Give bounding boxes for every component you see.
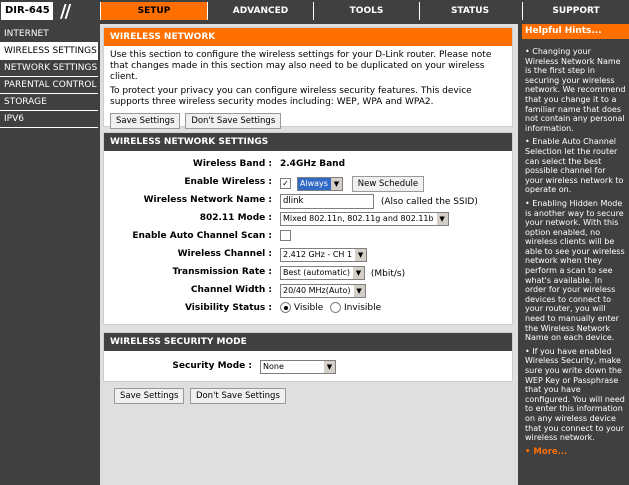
visible-label: Visible (293, 303, 324, 313)
security-mode-title: WIRELESS SECURITY MODE (104, 333, 512, 351)
enable-wireless-checkbox[interactable]: ✓ (280, 178, 291, 189)
chevron-down-icon: ▼ (353, 285, 365, 297)
enable-wireless-label: Enable Wireless : (184, 177, 272, 187)
hints-title: Helpful Hints... (522, 24, 629, 39)
sidebar-item-parental-control[interactable]: PARENTAL CONTROL (0, 77, 98, 94)
tab-status[interactable]: STATUS (419, 2, 520, 20)
ssid-label: Wireless Network Name : (143, 195, 272, 205)
security-mode-label: Security Mode : (172, 361, 252, 371)
new-schedule-button[interactable]: New Schedule (351, 176, 425, 192)
tab-support[interactable]: SUPPORT (522, 2, 629, 20)
visibility-label: Visibility Status : (185, 303, 272, 313)
sidebar-item-internet[interactable]: INTERNET (0, 26, 98, 43)
tab-setup[interactable]: SETUP (100, 2, 207, 20)
rate-select[interactable]: Best (automatic) ▼ (280, 266, 365, 280)
band-label: Wireless Band : (192, 159, 272, 169)
mode-label: 802.11 Mode : (199, 213, 272, 223)
ssid-input[interactable]: dlink (280, 194, 374, 209)
save-settings-button[interactable]: Save Settings (110, 113, 181, 129)
sidebar-item-storage[interactable]: STORAGE (0, 94, 98, 111)
main-content: WIRELESS NETWORK Use this section to con… (100, 24, 518, 485)
more-link[interactable]: • More... (522, 447, 629, 457)
auto-channel-checkbox[interactable] (280, 230, 291, 241)
top-nav-bar: DIR-645 // SETUP ADVANCED TOOLS STATUS S… (0, 0, 629, 22)
bottom-dont-save-settings-button[interactable]: Don't Save Settings (189, 388, 286, 404)
mode-select[interactable]: Mixed 802.11n, 802.11g and 802.11b ▼ (280, 212, 449, 226)
hint-3: • Enabling Hidden Mode is another way to… (525, 198, 625, 343)
hint-1: • Changing your Wireless Network Name is… (525, 47, 626, 133)
security-mode-select[interactable]: None ▼ (260, 360, 336, 374)
sidebar-item-wireless-settings[interactable]: WIRELESS SETTINGS (0, 43, 98, 60)
sidebar: INTERNET WIRELESS SETTINGS NETWORK SETTI… (0, 26, 98, 128)
wireless-settings-title: WIRELESS NETWORK SETTINGS (104, 133, 512, 151)
chevron-down-icon: ▼ (352, 267, 364, 279)
brand-slashes: // (60, 1, 71, 22)
band-value: 2.4GHz Band (280, 159, 346, 169)
schedule-select[interactable]: Always ▼ (296, 176, 343, 191)
wireless-network-intro-panel: WIRELESS NETWORK Use this section to con… (103, 27, 513, 129)
chevron-down-icon: ▼ (436, 213, 448, 225)
tab-tools[interactable]: TOOLS (313, 2, 419, 20)
width-select[interactable]: 20/40 MHz(Auto) ▼ (280, 284, 366, 298)
chevron-down-icon: ▼ (355, 249, 367, 261)
invisible-label: Invisible (344, 303, 382, 313)
invisible-radio[interactable] (330, 302, 342, 313)
helpful-hints-panel: Helpful Hints... • Changing your Wireles… (522, 24, 629, 485)
chevron-down-icon: ▼ (330, 177, 342, 190)
sidebar-item-ipv6[interactable]: IPV6 (0, 111, 98, 128)
wireless-settings-panel: WIRELESS NETWORK SETTINGS Wireless Band … (103, 132, 513, 325)
ssid-note: (Also called the SSID) (380, 197, 478, 207)
intro-paragraph-2: To protect your privacy you can configur… (110, 86, 472, 107)
chevron-down-icon: ▼ (324, 361, 335, 373)
hint-2: • Enable Auto Channel Selection let the … (525, 137, 624, 195)
rate-unit: (Mbit/s) (370, 268, 406, 279)
sidebar-item-network-settings[interactable]: NETWORK SETTINGS (0, 60, 98, 77)
intro-title: WIRELESS NETWORK (104, 28, 512, 46)
width-label: Channel Width : (190, 285, 272, 295)
model-badge: DIR-645 (1, 2, 53, 20)
visible-radio[interactable] (280, 302, 291, 313)
hint-4: • If you have enabled Wireless Security,… (525, 346, 625, 443)
bottom-save-settings-button[interactable]: Save Settings (114, 388, 185, 404)
channel-label: Wireless Channel : (177, 249, 272, 259)
rate-label: Transmission Rate : (172, 267, 272, 277)
security-mode-panel: WIRELESS SECURITY MODE Security Mode : N… (103, 332, 513, 382)
dont-save-settings-button[interactable]: Don't Save Settings (185, 113, 282, 129)
intro-paragraph-1: Use this section to configure the wirele… (110, 50, 492, 82)
auto-channel-label: Enable Auto Channel Scan : (132, 231, 272, 241)
tab-advanced[interactable]: ADVANCED (207, 2, 313, 20)
channel-select[interactable]: 2.412 GHz - CH 1 ▼ (280, 248, 368, 262)
